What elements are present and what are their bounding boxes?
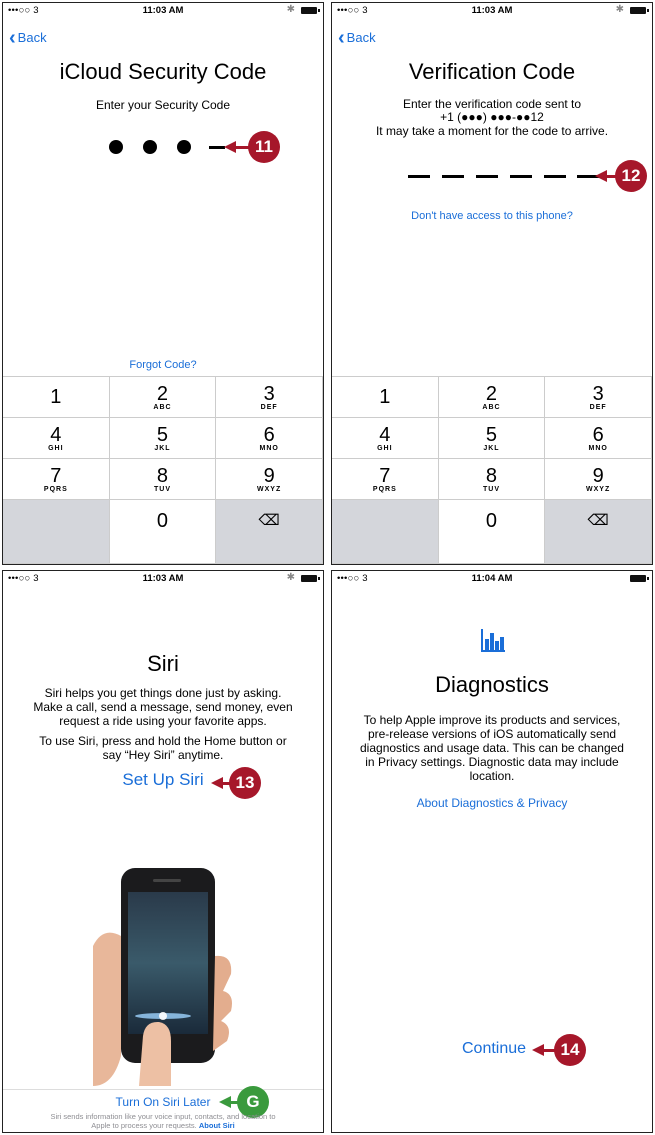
callout-11: 11	[224, 131, 280, 163]
key-1[interactable]: 1	[332, 377, 439, 418]
key-2[interactable]: 2 ABC	[109, 377, 217, 418]
screen-siri: •••○○ 3 11:03 AM ✱ Siri Siri helps you g…	[2, 570, 324, 1133]
status-bar: •••○○ 3 11:03 AM ✱	[3, 3, 323, 19]
battery-icon	[301, 7, 320, 14]
instruction-line-1: Enter the verification code sent to	[402, 97, 582, 111]
diagnostics-chart-icon	[481, 629, 505, 652]
numeric-keypad: 1 2 ABC 3 DEF 4 GHI 5 JKL 6 MNO 7 PQRS 8 TUV 9W…	[332, 376, 652, 564]
status-bar: •••○○ 3 11:04 AM	[332, 571, 652, 587]
backspace-icon: ⌫	[587, 512, 609, 529]
delete-key[interactable]: ⌫	[216, 500, 323, 564]
key-8[interactable]: 8 TUV	[438, 459, 546, 500]
siri-desc-line-2: Make a call, send a message, send money,…	[33, 700, 293, 714]
bluetooth-icon: ✱	[286, 4, 295, 15]
key-3[interactable]: 3 DEF	[545, 377, 652, 418]
siri-desc-line-1: Siri helps you get things done just by a…	[44, 686, 282, 700]
status-bar: •••○○ 3 11:03 AM ✱	[3, 571, 323, 587]
key-7[interactable]: 7 PQRS	[332, 459, 439, 500]
battery-icon	[630, 575, 649, 582]
callout-13: 13	[211, 767, 261, 799]
callout-12: 12	[595, 160, 647, 192]
key-8[interactable]: 8 TUV	[109, 459, 217, 500]
key-blank	[332, 500, 439, 564]
key-9[interactable]: 9 WXYZ	[216, 459, 323, 500]
delete-key[interactable]: ⌫	[545, 500, 652, 564]
back-button[interactable]: ‹ Back	[338, 27, 376, 49]
continue-button[interactable]: Continue	[462, 1040, 526, 1058]
chevron-left-icon: ‹	[338, 27, 345, 49]
key-7[interactable]: 7 PQRS	[3, 459, 110, 500]
key-0[interactable]: 0	[438, 500, 546, 564]
code-dot	[177, 140, 191, 154]
siri-footnote-1: Siri sends information like your voice i…	[50, 1112, 276, 1121]
battery-icon	[630, 7, 649, 14]
status-time: 11:04 AM	[471, 573, 513, 584]
forgot-code-link[interactable]: Forgot Code?	[3, 359, 323, 371]
turn-on-siri-later-button[interactable]: Turn On Siri Later	[3, 1095, 323, 1109]
numeric-keypad: 1 2 ABC 3 DEF 4 GHI 5 JKL 6 MNO 7 PQRS 8 TUV 9W…	[3, 376, 323, 564]
about-diagnostics-link[interactable]: About Diagnostics & Privacy	[332, 796, 652, 810]
page-title: Verification Code	[408, 59, 576, 84]
key-9[interactable]: 9 WXYZ	[545, 459, 652, 500]
key-blank	[3, 500, 110, 564]
page-title: Diagnostics	[435, 672, 549, 697]
about-siri-link[interactable]: About Siri	[199, 1121, 235, 1130]
code-dash	[408, 175, 430, 178]
diag-desc-line-5: location.	[469, 769, 515, 783]
battery-icon	[301, 575, 320, 582]
code-dash	[544, 175, 566, 178]
divider	[3, 1089, 323, 1090]
key-2[interactable]: 2 ABC	[438, 377, 546, 418]
diag-desc-line-3: diagnostics and usage data. This can be …	[360, 741, 624, 755]
siri-footnote-2: Apple to process your requests. About Si…	[91, 1121, 235, 1130]
key-5[interactable]: 5 JKL	[109, 418, 217, 459]
key-5[interactable]: 5 JKL	[438, 418, 546, 459]
page-title: iCloud Security Code	[59, 59, 267, 84]
key-1[interactable]: 1	[3, 377, 110, 418]
screen-diagnostics: •••○○ 3 11:04 AM Diagnostics To help App…	[331, 570, 653, 1133]
bluetooth-icon: ✱	[286, 572, 295, 583]
status-time: 11:03 AM	[471, 5, 513, 16]
status-time: 11:03 AM	[142, 573, 184, 584]
code-dash	[209, 146, 225, 149]
page-title: Siri	[147, 651, 179, 676]
no-access-link[interactable]: Don't have access to this phone?	[332, 210, 652, 222]
key-6[interactable]: 6 MNO	[545, 418, 652, 459]
key-0[interactable]: 0	[109, 500, 217, 564]
key-3[interactable]: 3 DEF	[216, 377, 323, 418]
diag-desc-line-2: pre-release versions of iOS automaticall…	[367, 727, 617, 741]
iphone-in-hand-illustration	[93, 868, 232, 1086]
code-dash	[442, 175, 464, 178]
diag-desc-line-4: in Privacy settings. Diagnostic data may…	[365, 755, 619, 769]
siri-desc-line-3: request a ride using your favorite apps.	[59, 714, 267, 728]
screen-icloud-security-code: •••○○ 3 11:03 AM ✱ ‹ Back iCloud Security…	[2, 2, 324, 565]
siri-howto-line-1: To use Siri, press and hold the Home but…	[39, 734, 287, 748]
code-dash	[476, 175, 498, 178]
screen-verification-code: •••○○ 3 11:03 AM ✱ ‹ Back Verification Co…	[331, 2, 653, 565]
siri-howto-line-2: say “Hey Siri” anytime.	[102, 748, 224, 762]
key-6[interactable]: 6 MNO	[216, 418, 323, 459]
instruction-phone: +1 (●●●) ●●●-●●12	[440, 110, 544, 124]
key-4[interactable]: 4 GHI	[3, 418, 110, 459]
chevron-left-icon: ‹	[9, 27, 16, 49]
bluetooth-icon: ✱	[615, 4, 624, 15]
back-button[interactable]: ‹ Back	[9, 27, 47, 49]
code-dot	[109, 140, 123, 154]
instruction-line-3: It may take a moment for the code to arr…	[375, 124, 609, 138]
code-dash	[510, 175, 532, 178]
callout-14: 14	[532, 1034, 586, 1066]
status-time: 11:03 AM	[142, 5, 184, 16]
subtitle: Enter your Security Code	[95, 98, 231, 112]
status-bar: •••○○ 3 11:03 AM ✱	[332, 3, 652, 19]
backspace-icon: ⌫	[258, 512, 280, 529]
diag-desc-line-1: To help Apple improve its products and s…	[363, 713, 621, 727]
set-up-siri-button[interactable]: Set Up Siri	[3, 770, 323, 790]
key-4[interactable]: 4 GHI	[332, 418, 439, 459]
code-dot	[143, 140, 157, 154]
